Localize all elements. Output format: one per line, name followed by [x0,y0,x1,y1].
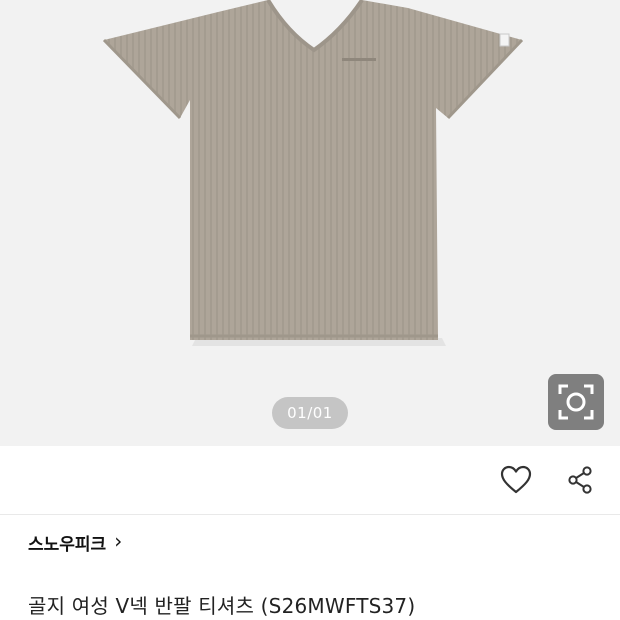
lens-search-button[interactable] [548,374,604,430]
share-icon [568,466,592,494]
image-counter: 01/01 [272,397,348,429]
product-title: 골지 여성 V넥 반팔 티셔츠 (S26MWFTS37) [28,594,416,618]
chevron-right-icon: › [114,529,123,553]
product-image [102,0,524,346]
product-detail-page: 01/01 스노우피크 › 골지 여성 V넥 반팔 티셔츠 (S26MWFTS3… [0,0,620,620]
lens-search-icon [558,384,594,420]
brand-name: 스노우피크 [28,535,107,555]
share-button[interactable] [562,462,598,498]
action-bar [0,446,620,515]
brand-link[interactable]: 스노우피크 › [28,529,123,555]
heart-icon [500,465,532,494]
like-button[interactable] [498,462,534,498]
product-image-gallery[interactable]: 01/01 [0,0,620,446]
